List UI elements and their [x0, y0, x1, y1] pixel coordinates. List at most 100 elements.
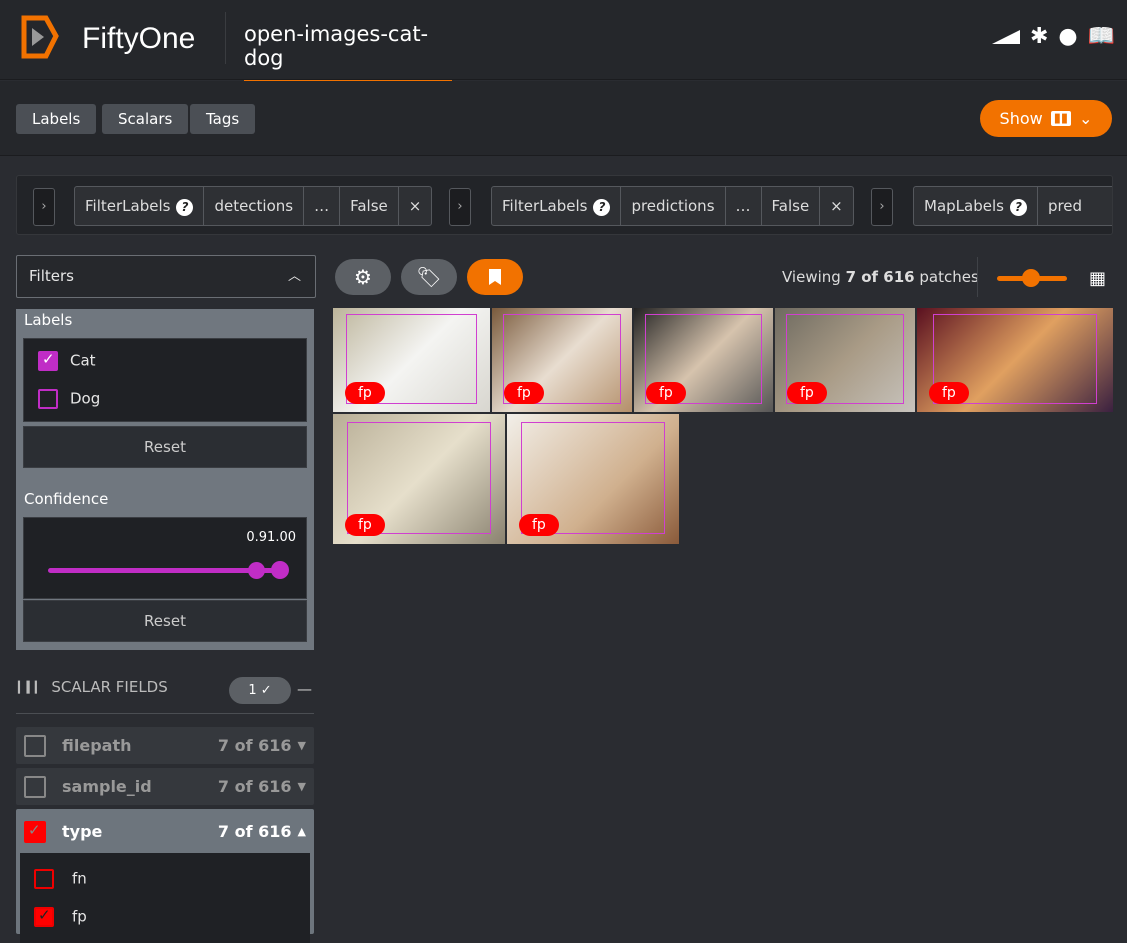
chevron-up-icon: ︿: [287, 269, 301, 284]
scalar-field-filepath[interactable]: filepath 7 of 616 ▼: [16, 727, 314, 764]
label-option-dog[interactable]: Dog: [38, 389, 292, 409]
chevron-down-icon: ⌄: [1079, 109, 1093, 128]
stage-field[interactable]: predictions: [621, 187, 726, 225]
zoom-slider-handle[interactable]: [1022, 269, 1040, 287]
caret-up-icon[interactable]: ▲: [298, 825, 306, 838]
patch-tile[interactable]: fp: [492, 308, 632, 412]
tab-scalars[interactable]: Scalars: [102, 104, 189, 134]
filters-label: Filters: [29, 267, 74, 285]
add-stage-button[interactable]: ›: [33, 188, 55, 226]
field-count: 7 of 616: [217, 736, 292, 755]
scalar-fields-header: ▎▍▎ SCALAR FIELDS: [18, 678, 168, 696]
option-label: fn: [72, 869, 87, 888]
type-tag: fp: [345, 382, 385, 404]
bar-chart-icon: ▎▍▎: [18, 680, 44, 694]
github-icon[interactable]: ●: [1058, 24, 1077, 49]
type-tag: fp: [519, 514, 559, 536]
type-option-fn[interactable]: fn: [34, 869, 87, 889]
docs-icon[interactable]: 📖: [1088, 24, 1115, 49]
field-name: type: [62, 822, 103, 841]
scalar-field-type[interactable]: type 7 of 616 ▲: [16, 809, 314, 854]
viewing-count: Viewing 7 of 616 patches: [782, 268, 979, 286]
stage-filterlabels-predictions[interactable]: FilterLabels? predictions … False ×: [491, 186, 854, 226]
stage-maplabels[interactable]: MapLabels? pred: [913, 186, 1112, 226]
field-count: 7 of 616: [217, 822, 292, 841]
tab-tags[interactable]: Tags: [190, 104, 256, 134]
checkbox[interactable]: [24, 775, 46, 798]
filters-dropdown[interactable]: Filters ︿: [16, 255, 316, 298]
slack-icon[interactable]: ✱: [1030, 24, 1048, 49]
type-tag: fp: [345, 514, 385, 536]
collapse-icon[interactable]: —: [297, 680, 312, 698]
close-icon[interactable]: ×: [820, 187, 853, 225]
patches-button[interactable]: [467, 259, 523, 295]
tag-icon: 🏷: [416, 265, 442, 289]
field-name: sample_id: [62, 777, 152, 796]
tag-button[interactable]: 🏷: [401, 259, 457, 295]
type-tag: fp: [929, 382, 969, 404]
toolbar: Labels Scalars Tags Show ▮▮ ⌄: [0, 81, 1127, 156]
caret-down-icon[interactable]: ▼: [298, 739, 306, 752]
bar-chart-icon: ▮▮: [1050, 111, 1072, 126]
type-option-fp[interactable]: fp: [34, 906, 87, 927]
checkbox[interactable]: [38, 389, 58, 409]
add-stage-button[interactable]: ›: [871, 188, 893, 226]
patch-tile[interactable]: fp: [775, 308, 915, 412]
stage-name: MapLabels?: [914, 187, 1038, 225]
help-icon[interactable]: ?: [176, 199, 194, 216]
header: FiftyOne open-images-cat-dog ✱ ● 📖: [0, 0, 1127, 82]
checkbox[interactable]: [38, 350, 58, 371]
bookmark-icon: [489, 269, 501, 285]
patch-tile[interactable]: fp: [333, 308, 490, 412]
show-button[interactable]: Show ▮▮ ⌄: [980, 100, 1112, 137]
option-label: Cat: [70, 351, 96, 370]
stage-name: FilterLabels?: [75, 187, 205, 225]
checkbox[interactable]: [24, 734, 46, 757]
type-tag: fp: [787, 382, 827, 404]
type-values: fn fp: [20, 853, 310, 943]
help-icon[interactable]: ?: [1009, 199, 1027, 216]
stage-value[interactable]: False: [340, 187, 399, 225]
stage-more[interactable]: …: [726, 187, 762, 225]
signal-icon[interactable]: [991, 29, 1020, 44]
checkbox[interactable]: [34, 906, 54, 927]
stage-name: FilterLabels?: [492, 187, 622, 225]
gear-icon: ⚙: [354, 265, 372, 289]
labels-title: Labels: [24, 311, 73, 329]
patch-tile[interactable]: fp: [333, 414, 505, 544]
grid-icon[interactable]: ▦: [1089, 268, 1106, 289]
option-label: fp: [72, 907, 87, 926]
show-label: Show: [999, 109, 1043, 128]
confidence-title: Confidence: [24, 490, 109, 508]
brand-name: FiftyOne: [82, 22, 196, 55]
stage-field[interactable]: detections: [204, 187, 305, 225]
stage-value[interactable]: False: [762, 187, 821, 225]
patch-tile[interactable]: fp: [634, 308, 773, 412]
label-option-cat[interactable]: Cat: [38, 350, 292, 389]
settings-button[interactable]: ⚙: [335, 259, 391, 295]
patch-tile[interactable]: fp: [917, 308, 1113, 412]
tab-labels[interactable]: Labels: [16, 104, 97, 134]
add-stage-button[interactable]: ›: [449, 188, 471, 226]
labels-reset-button[interactable]: Reset: [23, 426, 307, 468]
caret-down-icon[interactable]: ▼: [298, 780, 306, 793]
stage-filterlabels-detections[interactable]: FilterLabels? detections … False ×: [74, 186, 433, 226]
dataset-selector[interactable]: open-images-cat-dog: [244, 22, 452, 82]
field-count: 7 of 616: [217, 777, 292, 796]
type-tag: fp: [504, 382, 544, 404]
stage-field[interactable]: pred: [1038, 187, 1092, 225]
slider-handle-high[interactable]: [271, 561, 289, 579]
type-tag: fp: [646, 382, 686, 404]
help-icon[interactable]: ?: [593, 199, 611, 216]
stage-more[interactable]: …: [304, 187, 341, 225]
patch-tile[interactable]: fp: [507, 414, 679, 544]
option-label: Dog: [70, 389, 101, 408]
confidence-reset-button[interactable]: Reset: [23, 600, 307, 642]
selected-count-badge[interactable]: 1 ✓: [229, 677, 291, 704]
scalar-field-sample-id[interactable]: sample_id 7 of 616 ▼: [16, 768, 314, 805]
fiftyone-logo: [21, 15, 59, 59]
checkbox[interactable]: [34, 869, 54, 889]
checkbox[interactable]: [24, 820, 46, 843]
close-icon[interactable]: ×: [399, 187, 432, 225]
slider-handle-low[interactable]: [248, 562, 265, 579]
